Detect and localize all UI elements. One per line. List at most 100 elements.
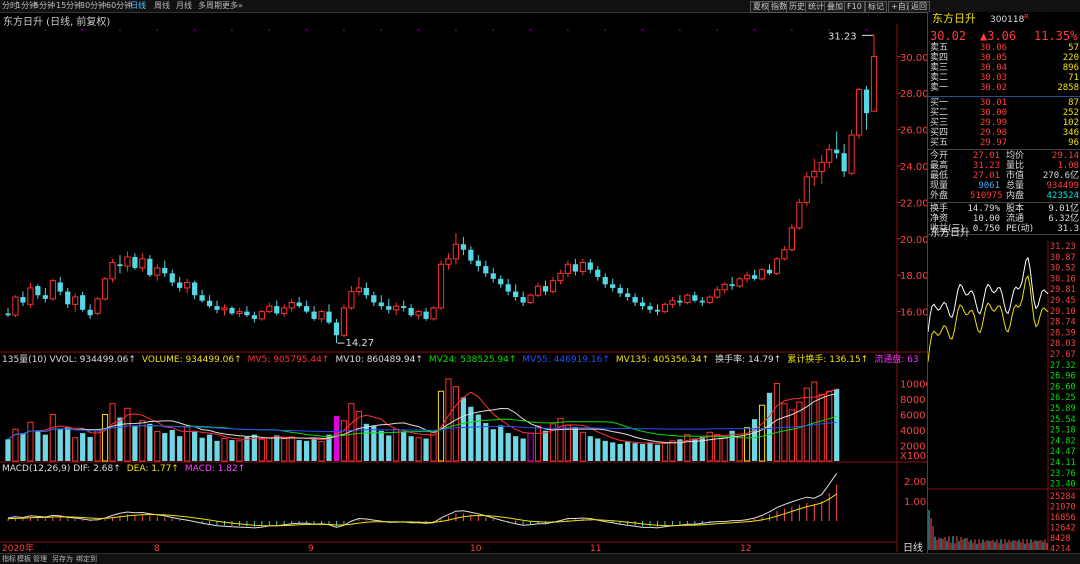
stat-value-4-b: 423524 [1046,191,1079,201]
volume-bar [602,440,608,461]
stat-value-3-a: 9061 [978,181,1000,191]
macd-tick-label: 1.00 [904,497,926,508]
ask-price-2: 30.04 [980,63,1008,73]
mini-price-tick: 23.76 [1050,469,1076,479]
volume-bar [415,437,422,462]
intraday-mini-chart[interactable]: 31.2330.8730.5230.1629.8129.4529.1028.74… [928,241,1080,551]
mini-price-tick: 26.60 [1050,382,1076,392]
quote-panel: 东方日升 300118 R 30.02 ▲3.06 11.35% 卖五 30.06 57 卖四 30… [927,12,1080,553]
candle-body [355,287,362,293]
volume-bar [460,397,467,461]
event-dot [604,29,607,31]
candle-body [587,262,593,270]
candle-body [490,273,496,279]
bid-label-3: 买四 [930,128,949,138]
candle-body [378,302,384,307]
volume-bar [595,438,601,461]
candle-body [258,311,265,320]
volume-bar [318,441,325,462]
candle-body [475,260,481,267]
stat2-value-0-a: 14.79% [967,204,1000,214]
period-tab-10[interactable]: 更多» [222,0,243,12]
stat2-value-1-b: 6.32亿 [1048,214,1079,224]
mini-volume-tick: 25284 [1050,492,1076,502]
stat2-label-0-a: 换手 [930,204,949,214]
candle-body [834,149,840,154]
pct-change: 11.35% [1034,29,1078,43]
volume-bar [101,414,109,462]
event-dot [455,29,457,31]
volume-bar [498,425,504,461]
stat-label-0-a: 今开 [930,151,949,161]
mini-volume-tick: 8428 [1050,534,1070,544]
period-tab-8[interactable]: 月线 [176,0,192,12]
volume-bar [177,436,183,461]
period-tab-3[interactable]: 15分钟 [56,0,82,12]
volume-bar [557,417,564,462]
candle-body [199,295,205,301]
volume-bar [564,424,572,462]
volume-bar [162,433,168,461]
stat-label-4-b: 内盘 [1006,191,1025,201]
candle-body [304,306,310,312]
candle-body [386,306,392,310]
volume-bar [266,437,273,462]
readout-item-2: MACD: 1.82↑ [184,464,246,474]
ask-label-4: 卖一 [930,83,949,93]
period-tab-5[interactable]: 60分钟 [106,0,132,12]
period-tab-2[interactable]: 5分钟 [34,0,55,12]
volume-bar [274,435,280,461]
mini-price-tick: 24.11 [1050,458,1076,468]
ask-price-3: 30.03 [980,73,1008,83]
stat2-value-0-b: 9.01亿 [1048,204,1079,214]
volume-bar [229,440,235,461]
dea-line [7,493,837,527]
candle-body [625,293,631,298]
bid-label-1: 买二 [930,108,949,118]
volume-bar [236,440,243,462]
volume-bar [758,404,766,462]
price-tick-label: 24.00 [900,162,927,173]
macd-indicator-readout: MACD(12,26,9) DIF: 2.68↑ DEA: 1.77↑ MACD: … [2,463,251,475]
intraday-avg-line [928,275,1049,363]
bid-label-4: 买五 [930,138,949,148]
event-dot [268,29,271,31]
volume-bar [773,383,781,462]
period-tab-9[interactable]: 多周期 [198,0,222,12]
period-tab-7[interactable]: 周线 [154,0,170,12]
readout-item-0: MACD(12,26,9) DIF: 2.68↑ [2,464,121,474]
volume-bar [20,433,26,461]
volume-bar [654,444,661,461]
candle-body [647,306,653,310]
readout-item-3: MV10: 860489.94↑ [335,355,423,365]
volume-bar [311,438,317,461]
stat2-label-2-b: PE(动) [1006,224,1034,234]
mini-price-tick: 26.96 [1050,372,1076,382]
ask-vol-2: 896 [1062,63,1079,73]
volume-bar [378,430,384,461]
mini-price-tick: 31.23 [1050,242,1076,252]
candle-body [348,291,355,309]
volume-bar [27,421,34,462]
candle-body [221,307,228,311]
candle-body [5,313,11,316]
ask-price-4: 30.02 [980,83,1008,93]
stock-code: 300118 [990,15,1025,25]
volume-bar [132,425,138,461]
volume-bar [340,420,348,462]
candle-body [452,243,460,260]
candle-body [333,322,340,336]
volume-bar [736,435,743,462]
volume-bar [281,438,288,462]
stat-label-3-b: 总量 [1006,181,1025,191]
month-label: 2020年 [2,542,34,553]
candle-body [139,258,146,269]
period-tab-6[interactable]: 日线 [130,0,146,12]
mini-price-tick: 27.67 [1050,350,1076,360]
mini-volume-tick: 16856 [1050,513,1076,523]
readout-item-8: 累计换手: 136.15↑ [787,355,869,365]
period-tab-4[interactable]: 30分钟 [80,0,106,12]
volume-bar [513,436,519,461]
volume-tick-label: 10000 [900,380,927,391]
dif-line [7,473,838,529]
